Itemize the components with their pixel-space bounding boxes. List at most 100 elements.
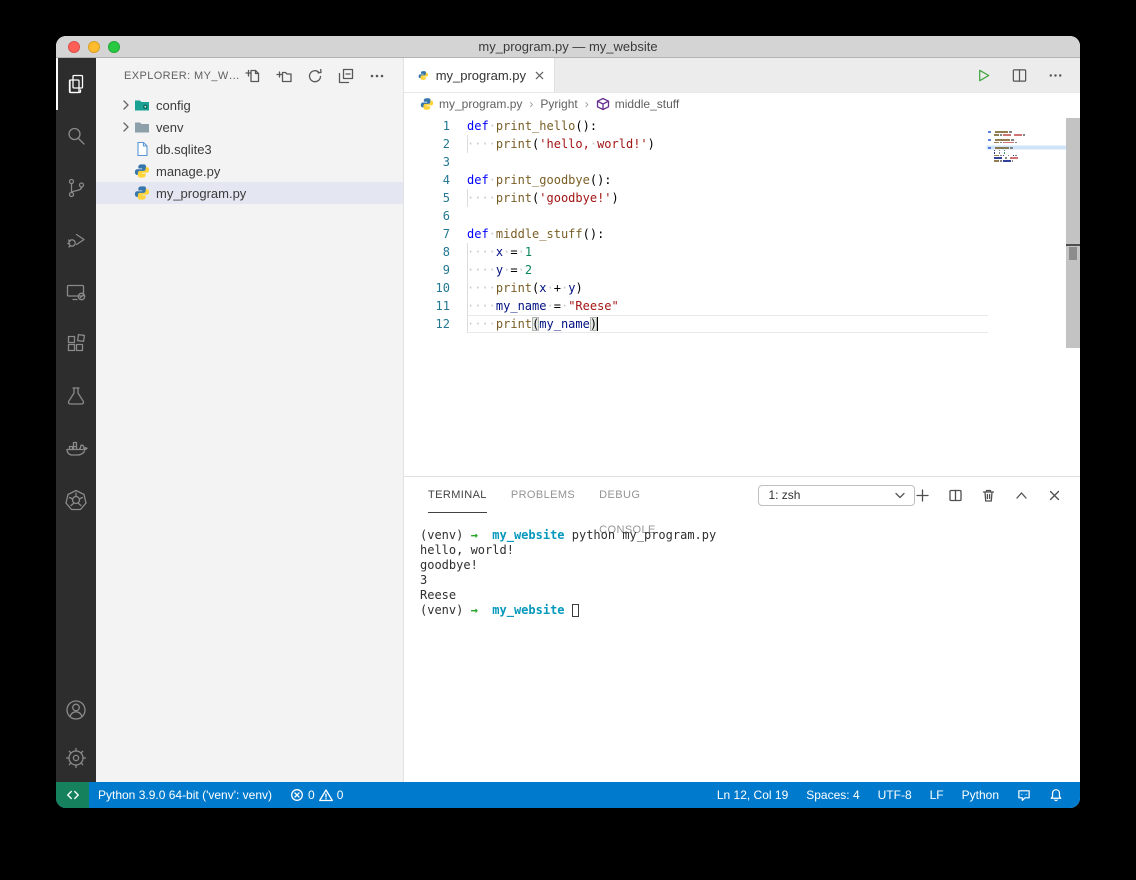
line-number: 7 xyxy=(404,225,467,243)
tree-item-my_program.py[interactable]: my_program.py xyxy=(96,182,403,204)
account-button[interactable] xyxy=(56,686,96,734)
editor-scrollbar[interactable] xyxy=(1066,118,1080,348)
activity-run-debug[interactable] xyxy=(56,214,96,266)
python-interpreter-status[interactable]: Python 3.9.0 64-bit ('venv': venv) xyxy=(89,788,281,802)
notifications-button[interactable] xyxy=(1040,788,1072,802)
breadcrumb-symbol[interactable]: middle_stuff xyxy=(615,97,679,111)
eol-status[interactable]: LF xyxy=(921,788,953,802)
settings-button[interactable] xyxy=(56,734,96,782)
maximize-panel-icon[interactable] xyxy=(1014,488,1029,503)
terminal-line: goodbye! xyxy=(420,558,1080,573)
collapse-folders-icon[interactable] xyxy=(338,68,354,84)
chevron-right-icon xyxy=(118,97,134,113)
remote-icon xyxy=(66,788,80,802)
split-editor-icon[interactable] xyxy=(1011,67,1028,84)
feedback-button[interactable] xyxy=(1008,788,1040,802)
new-folder-icon[interactable] xyxy=(276,68,292,84)
cursor-position-status[interactable]: Ln 12, Col 19 xyxy=(708,788,797,802)
line-number: 1 xyxy=(404,117,467,135)
tree-item-config[interactable]: config xyxy=(96,94,403,116)
terminal-line: (venv) → my_website xyxy=(420,603,1080,618)
breadcrumb-module[interactable]: Pyright xyxy=(540,97,577,111)
scrollbar-thumb[interactable] xyxy=(1069,247,1077,260)
line-number: 6 xyxy=(404,207,467,225)
folder-icon xyxy=(134,119,150,135)
code-line-11[interactable]: 11····my_name·=·"Reese" xyxy=(404,297,988,315)
tab-debug-console[interactable]: DEBUG CONSOLE xyxy=(599,478,696,513)
line-number: 4 xyxy=(404,171,467,189)
code-line-2[interactable]: 2····print('hello,·world!') xyxy=(404,135,988,153)
minimize-window-button[interactable] xyxy=(88,41,100,53)
search-icon xyxy=(64,124,88,148)
language-status[interactable]: Python xyxy=(953,788,1008,802)
close-tab-icon[interactable] xyxy=(533,69,546,82)
feedback-icon xyxy=(1017,788,1031,802)
vscode-window: my_program.py — my_website EXPLORER: MY_… xyxy=(56,36,1080,808)
beaker-icon xyxy=(64,384,88,408)
editor-body: 1def·print_hello():2····print('hello,·wo… xyxy=(404,115,1080,476)
account-icon xyxy=(64,698,88,722)
breadcrumb-file[interactable]: my_program.py xyxy=(439,97,522,111)
panel-header: TERMINAL PROBLEMS DEBUG CONSOLE 1: zsh xyxy=(404,477,1080,513)
status-bar: Python 3.9.0 64-bit ('venv': venv) 0 0 L… xyxy=(56,782,1080,808)
activity-search[interactable] xyxy=(56,110,96,162)
editor-more-icon[interactable] xyxy=(1047,67,1064,84)
tab-my-program[interactable]: my_program.py xyxy=(404,58,555,92)
tab-problems[interactable]: PROBLEMS xyxy=(511,478,575,513)
terminal-selector[interactable]: 1: zsh xyxy=(758,485,915,506)
extensions-icon xyxy=(64,332,88,356)
code-line-5[interactable]: 5····print('goodbye!') xyxy=(404,189,988,207)
tree-item-venv[interactable]: venv xyxy=(96,116,403,138)
gear-icon xyxy=(64,746,88,770)
line-number: 3 xyxy=(404,153,467,171)
code-line-7[interactable]: 7def·middle_stuff(): xyxy=(404,225,988,243)
new-terminal-icon[interactable] xyxy=(915,488,930,503)
terminal-line: hello, world! xyxy=(420,543,1080,558)
run-button[interactable] xyxy=(975,67,992,84)
problems-status[interactable]: 0 0 xyxy=(281,788,352,802)
code-editor[interactable]: 1def·print_hello():2····print('hello,·wo… xyxy=(404,115,988,476)
tree-item-manage.py[interactable]: manage.py xyxy=(96,160,403,182)
code-line-9[interactable]: 9····y·=·2 xyxy=(404,261,988,279)
activity-kubernetes[interactable] xyxy=(56,474,96,526)
code-line-4[interactable]: 4def·print_goodbye(): xyxy=(404,171,988,189)
remote-explorer-icon xyxy=(64,280,88,304)
activity-source-control[interactable] xyxy=(56,162,96,214)
bell-icon xyxy=(1049,788,1063,802)
chevron-down-icon xyxy=(895,492,905,499)
activity-explorer[interactable] xyxy=(56,58,96,110)
close-window-button[interactable] xyxy=(68,41,80,53)
terminal-line: (venv) → my_website python my_program.py xyxy=(420,528,1080,543)
activity-extensions[interactable] xyxy=(56,318,96,370)
code-line-8[interactable]: 8····x·=·1 xyxy=(404,243,988,261)
code-line-12[interactable]: 12····print(my_name) xyxy=(404,315,988,333)
encoding-status[interactable]: UTF-8 xyxy=(869,788,921,802)
split-terminal-icon[interactable] xyxy=(948,488,963,503)
docker-whale-icon xyxy=(64,436,88,460)
title-bar[interactable]: my_program.py — my_website xyxy=(56,36,1080,58)
code-line-10[interactable]: 10····print(x·+·y) xyxy=(404,279,988,297)
python-icon xyxy=(134,185,150,201)
kill-terminal-icon[interactable] xyxy=(981,488,996,503)
code-line-1[interactable]: 1def·print_hello(): xyxy=(404,117,988,135)
activity-docker[interactable] xyxy=(56,422,96,474)
code-line-3[interactable]: 3 xyxy=(404,153,988,171)
terminal-output[interactable]: (venv) → my_website python my_program.py… xyxy=(404,513,1080,618)
line-number: 2 xyxy=(404,135,467,153)
new-file-icon[interactable] xyxy=(245,68,261,84)
more-actions-icon[interactable] xyxy=(369,68,385,84)
indentation-status[interactable]: Spaces: 4 xyxy=(797,788,868,802)
refresh-icon[interactable] xyxy=(307,68,323,84)
warning-icon xyxy=(319,788,333,802)
tree-item-label: venv xyxy=(156,120,183,135)
remote-indicator[interactable] xyxy=(56,782,89,808)
minimap[interactable] xyxy=(988,115,1066,476)
window-title: my_program.py — my_website xyxy=(56,36,1080,57)
tree-item-db.sqlite3[interactable]: db.sqlite3 xyxy=(96,138,403,160)
tab-terminal[interactable]: TERMINAL xyxy=(428,478,487,513)
activity-testing[interactable] xyxy=(56,370,96,422)
activity-remote-explorer[interactable] xyxy=(56,266,96,318)
zoom-window-button[interactable] xyxy=(108,41,120,53)
code-line-6[interactable]: 6 xyxy=(404,207,988,225)
close-panel-icon[interactable] xyxy=(1047,488,1062,503)
